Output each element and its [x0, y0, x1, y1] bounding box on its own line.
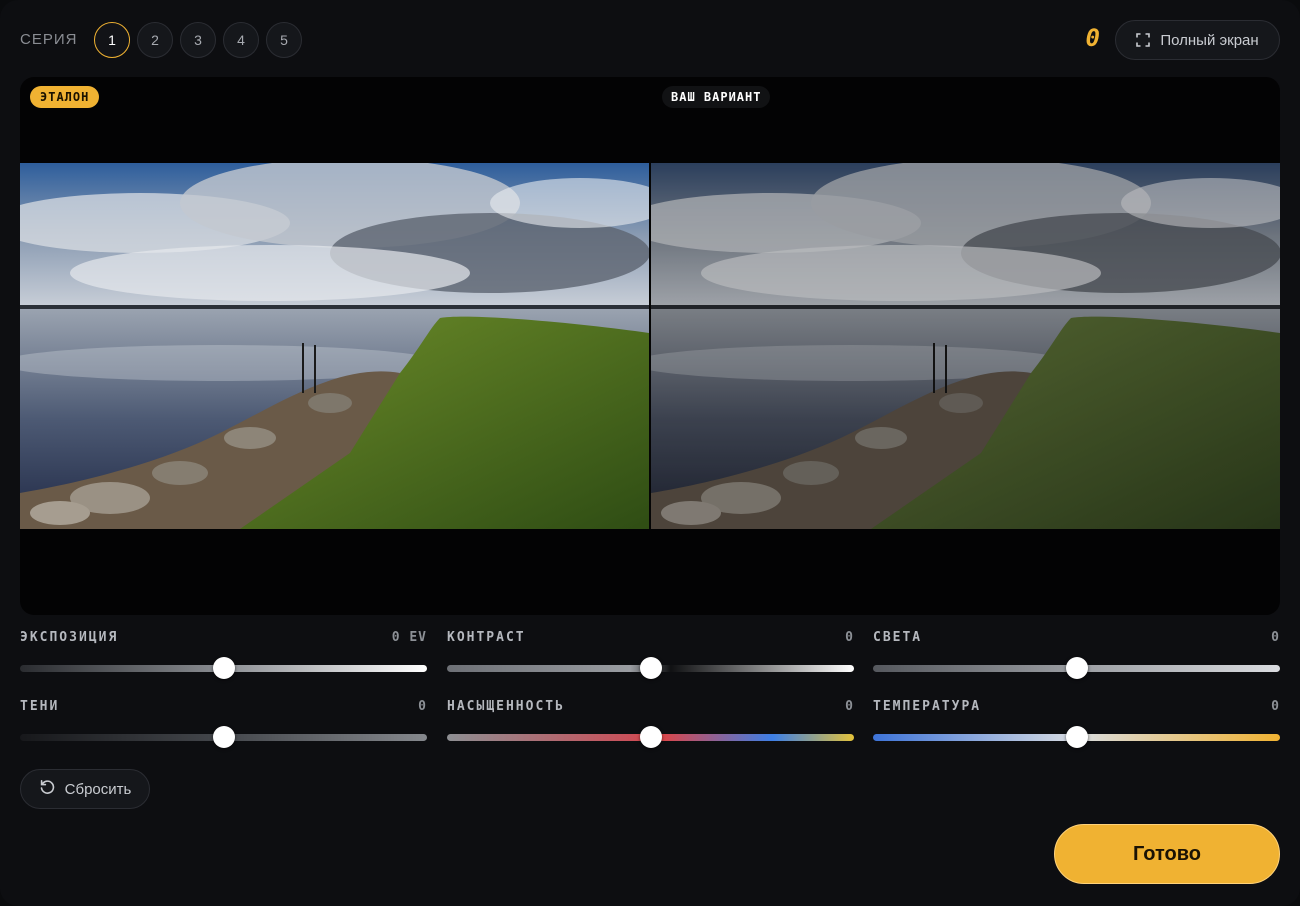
contrast-control: КОНТРАСТ 0 — [447, 628, 854, 679]
shadows-label: ТЕНИ — [20, 699, 60, 714]
series-tab-4[interactable]: 4 — [223, 22, 259, 58]
contrast-label: КОНТРАСТ — [447, 630, 526, 645]
temperature-slider-thumb[interactable] — [1065, 726, 1088, 748]
your-version-photo — [651, 163, 1280, 529]
reference-badge: ЭТАЛОН — [30, 86, 100, 108]
your-version-badge: ВАШ ВАРИАНТ — [662, 86, 771, 108]
highlights-control: СВЕТА 0 — [873, 628, 1280, 679]
exposure-slider-thumb[interactable] — [212, 657, 235, 679]
image-comparison-viewer: ЭТАЛОН ВАШ ВАРИАНТ — [20, 77, 1280, 615]
saturation-value: 0 — [845, 699, 854, 714]
shadows-value: 0 — [418, 699, 427, 714]
fullscreen-label: Полный экран — [1160, 31, 1259, 49]
exposure-label: ЭКСПОЗИЦИЯ — [20, 630, 119, 645]
done-button[interactable]: Готово — [1054, 824, 1280, 884]
fullscreen-button[interactable]: Полный экран — [1115, 20, 1280, 60]
highlights-label: СВЕТА — [873, 630, 923, 645]
series-label: СЕРИЯ — [20, 31, 78, 48]
series-tab-3[interactable]: 3 — [180, 22, 216, 58]
series-tab-1[interactable]: 1 — [94, 22, 130, 58]
series-tab-2[interactable]: 2 — [137, 22, 173, 58]
reset-icon — [39, 779, 56, 800]
reset-button[interactable]: Сбросить — [20, 769, 150, 809]
header: СЕРИЯ 1 2 3 4 5 0 Полный экран — [20, 20, 1280, 62]
saturation-control: НАСЫЩЕННОСТЬ 0 — [447, 697, 854, 748]
exposure-control: ЭКСПОЗИЦИЯ 0 EV — [20, 628, 427, 679]
temperature-value: 0 — [1271, 699, 1280, 714]
reference-photo — [20, 163, 649, 529]
saturation-slider-thumb[interactable] — [639, 726, 662, 748]
reset-label: Сбросить — [64, 780, 132, 798]
temperature-control: ТЕМПЕРАТУРА 0 — [873, 697, 1280, 748]
saturation-label: НАСЫЩЕННОСТЬ — [447, 699, 565, 714]
shadows-control: ТЕНИ 0 — [20, 697, 427, 748]
score-counter: 0 — [1085, 24, 1100, 52]
app-frame: СЕРИЯ 1 2 3 4 5 0 Полный экран ЭТАЛОН ВА… — [0, 0, 1300, 906]
series-tab-5[interactable]: 5 — [266, 22, 302, 58]
highlights-value: 0 — [1271, 630, 1280, 645]
fullscreen-icon — [1136, 33, 1151, 47]
series-tabs: 1 2 3 4 5 — [94, 22, 302, 58]
contrast-slider-thumb[interactable] — [639, 657, 662, 679]
highlights-slider-thumb[interactable] — [1065, 657, 1088, 679]
exposure-value: 0 EV — [391, 630, 427, 645]
contrast-value: 0 — [845, 630, 854, 645]
temperature-label: ТЕМПЕРАТУРА — [873, 699, 982, 714]
shadows-slider-thumb[interactable] — [212, 726, 235, 748]
